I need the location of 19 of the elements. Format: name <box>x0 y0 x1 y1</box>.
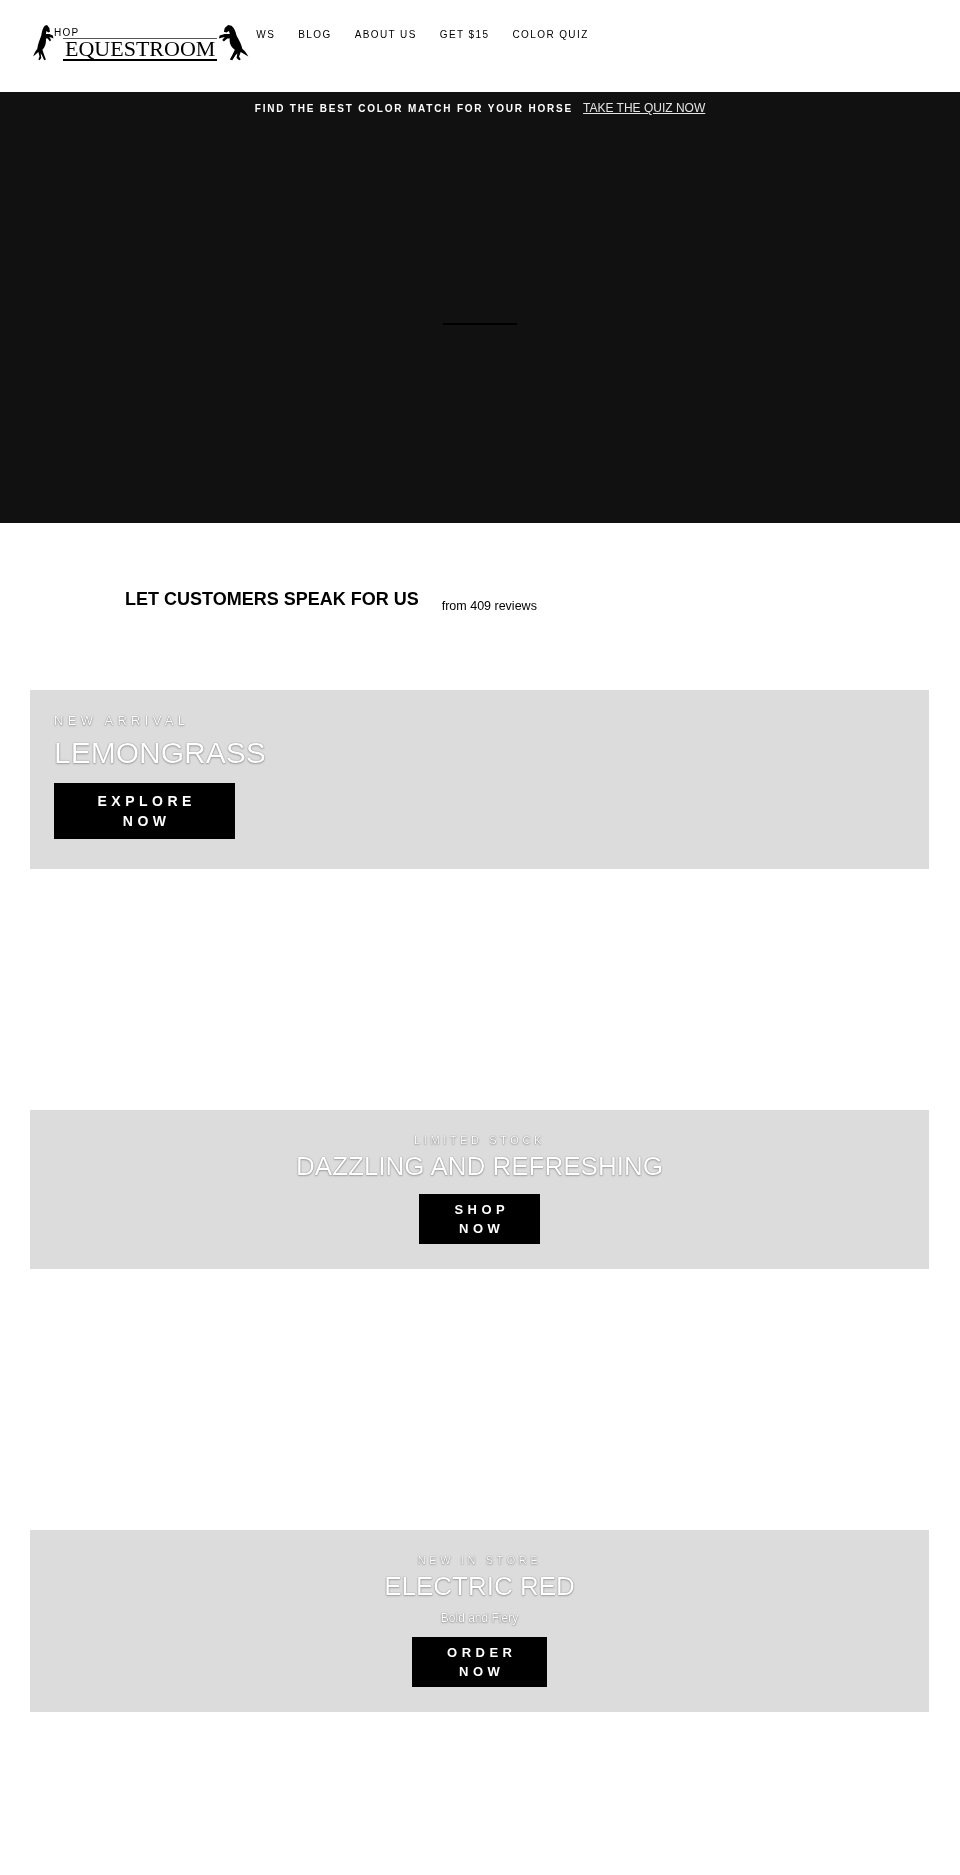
promo-button[interactable]: ORDER NOW <box>411 1637 548 1687</box>
review-count: from 409 reviews <box>441 598 537 614</box>
promo-button[interactable]: SHOP NOW <box>418 1194 541 1244</box>
quiz-link[interactable]: TAKE THE QUIZ NOW <box>583 101 706 115</box>
nav-link[interactable]: GET $15 <box>439 29 490 41</box>
nav-link[interactable]: WS <box>256 29 276 41</box>
nav-link[interactable]: COLOR QUIZ <box>512 29 589 41</box>
promo-title: ELECTRIC RED <box>384 1571 575 1601</box>
horse-icon <box>218 25 251 61</box>
promo-title: LEMONGRASS <box>54 736 266 770</box>
nav-link[interactable]: HOP <box>54 27 80 38</box>
nav-link[interactable]: BLOG <box>298 29 332 41</box>
announcement-text: FIND THE BEST COLOR MATCH FOR YOUR HORSE <box>254 102 574 114</box>
promo-button[interactable]: EXPLORE NOW <box>54 783 235 839</box>
logo-wordmark[interactable]: EQUESTROOM <box>63 38 218 61</box>
reviews-heading: LET CUSTOMERS SPEAK FOR US <box>125 588 419 610</box>
promo-title: DAZZLING AND REFRESHING <box>296 1151 663 1181</box>
horse-icon <box>32 25 54 61</box>
nav-link[interactable]: ABOUT US <box>354 29 417 41</box>
